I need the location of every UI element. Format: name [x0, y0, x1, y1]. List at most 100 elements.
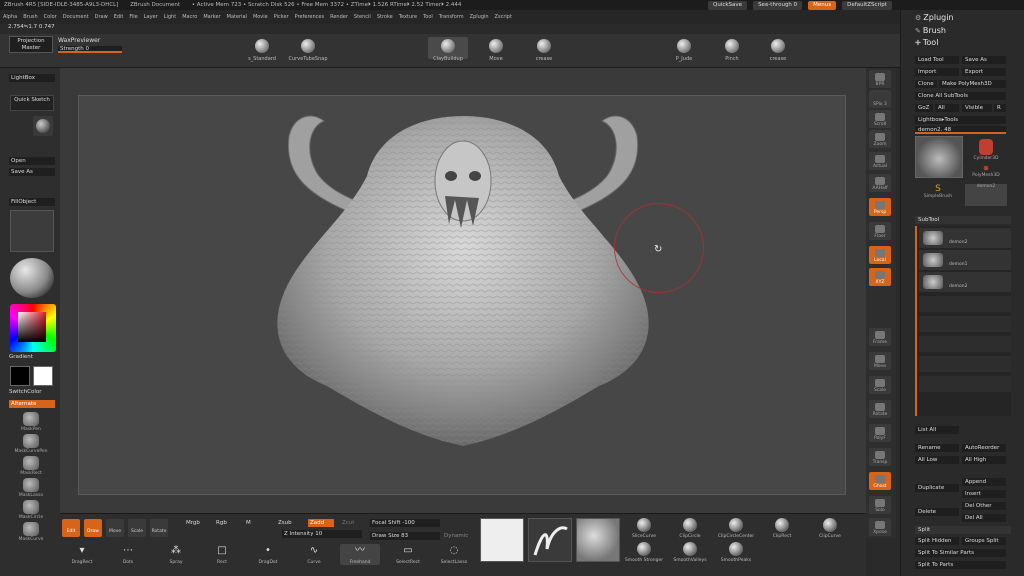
zcut-button[interactable]: Zcut	[340, 519, 354, 527]
autoreorder-button[interactable]: AutoReorder	[962, 444, 1006, 452]
alternate-button[interactable]: Alternate	[9, 400, 55, 408]
zoom-button[interactable]: Zoom	[869, 130, 891, 148]
dynamic-button[interactable]: Dynamic	[442, 532, 468, 540]
polyf-button[interactable]: PolyF	[869, 424, 891, 442]
secondary-color-swatch[interactable]	[33, 366, 53, 386]
open-button[interactable]: Open	[9, 157, 55, 165]
document-canvas[interactable]: ↻	[78, 95, 846, 495]
menu-stroke[interactable]: Stroke	[374, 10, 396, 24]
persp-button[interactable]: Persp	[869, 198, 891, 216]
visible-button[interactable]: Visible	[962, 104, 992, 112]
main-color-swatch[interactable]	[10, 366, 30, 386]
subtool-row[interactable]: demon2	[919, 228, 1011, 248]
m-button[interactable]: M	[244, 519, 251, 527]
stroke-curve[interactable]: ∿ Curve	[294, 544, 334, 565]
all-button[interactable]: All	[935, 104, 959, 112]
stroke-selectrect[interactable]: ▭ SelectRect	[388, 544, 428, 565]
quicksave-button[interactable]: QuickSave	[708, 1, 748, 10]
menu-marker[interactable]: Marker	[200, 10, 223, 24]
del-all-button[interactable]: Del All	[962, 514, 1006, 522]
make-polymesh-button[interactable]: Make PolyMesh3D	[939, 80, 1006, 88]
brush-crease-2[interactable]: crease	[758, 39, 798, 62]
del-other-button[interactable]: Del Other	[962, 502, 1006, 510]
floor-button[interactable]: Floor	[869, 222, 891, 240]
brush-claybuildup[interactable]: ClayBuildup	[428, 37, 468, 62]
brush-p-jude[interactable]: P_Jude	[664, 39, 704, 62]
menu-macro[interactable]: Macro	[179, 10, 200, 24]
current-tool-thumbnail[interactable]	[915, 136, 963, 178]
draw-size-slider[interactable]: Draw Size 83	[370, 532, 440, 540]
menu-edit[interactable]: Edit	[111, 10, 127, 24]
solo-button[interactable]: Solo	[869, 496, 891, 514]
rename-button[interactable]: Rename	[915, 444, 959, 452]
brush-clipcircle[interactable]: ClipCircle	[666, 518, 714, 539]
menu-movie[interactable]: Movie	[250, 10, 271, 24]
defaultscript-button[interactable]: DefaultZScript	[842, 1, 892, 10]
menu-material[interactable]: Material	[224, 10, 250, 24]
brush-smoothpeaks[interactable]: SmoothPeaks	[712, 542, 760, 563]
alpha-masklasso[interactable]: MaskLasso	[14, 478, 48, 498]
brush-move[interactable]: Move	[476, 39, 516, 62]
all-low-button[interactable]: All Low	[915, 456, 959, 464]
append-button[interactable]: Append	[962, 478, 1006, 486]
menu-zplugin[interactable]: Zplugin	[467, 10, 492, 24]
brush-curvetubesnap[interactable]: CurveTubeSnap	[288, 39, 328, 62]
waxpreviewer-label[interactable]: WaxPreviewer	[58, 37, 100, 44]
menu-zscript[interactable]: Zscript	[492, 10, 515, 24]
fillobject-button[interactable]: FillObject	[9, 198, 55, 206]
alpha-maskrect[interactable]: MaskRect	[14, 456, 48, 476]
menu-stencil[interactable]: Stencil	[351, 10, 374, 24]
material-icon[interactable]	[33, 116, 53, 136]
frame-button[interactable]: Frame	[869, 328, 891, 346]
menu-layer[interactable]: Layer	[141, 10, 161, 24]
aahalf-button[interactable]: AAHalf	[869, 174, 891, 192]
xpose-button[interactable]: Xpose	[869, 518, 891, 536]
brush-smoothvalleys[interactable]: SmoothValleys	[666, 542, 714, 563]
lightbox-tools-button[interactable]: Lightbox▸Tools	[915, 116, 1006, 124]
menus-button[interactable]: Menus	[808, 1, 837, 10]
subtool-row[interactable]: demon1	[919, 250, 1011, 270]
menu-transform[interactable]: Transform	[436, 10, 467, 24]
thumb-demon2[interactable]: demon2	[965, 184, 1007, 206]
zplugin-menu[interactable]: ⚙ Zplugin	[915, 13, 954, 22]
alpha-thumbnail[interactable]	[480, 518, 524, 562]
texture-slot[interactable]	[10, 210, 54, 252]
projection-master-button[interactable]: Projection Master	[9, 36, 53, 53]
transp-button[interactable]: Transp	[869, 448, 891, 466]
brush-clipcirclecenter[interactable]: ClipCircleCenter	[712, 518, 760, 539]
subtool-row[interactable]: demon2	[919, 272, 1011, 292]
import-button[interactable]: Import	[915, 68, 959, 76]
menu-brush[interactable]: Brush	[20, 10, 40, 24]
bpr-button[interactable]: BPR	[869, 70, 891, 88]
brush-crease[interactable]: crease	[524, 39, 564, 62]
r-button[interactable]: R	[994, 104, 1006, 112]
stroke-selectlasso[interactable]: ◌ SelectLasso	[434, 544, 474, 565]
subtool-header[interactable]: SubTool	[915, 216, 1011, 224]
groups-split-button[interactable]: Groups Split	[962, 537, 1006, 545]
current-tool-slider[interactable]: demon2. 48	[915, 126, 1006, 134]
switchcolor-button[interactable]: SwitchColor	[9, 389, 42, 395]
split-to-parts-button[interactable]: Split To Parts	[915, 561, 1006, 569]
local-button[interactable]: Local	[869, 246, 891, 264]
quick-sketch-button[interactable]: Quick Sketch	[10, 95, 54, 111]
focal-shift-slider[interactable]: Focal Shift -100	[370, 519, 440, 527]
split-hidden-button[interactable]: Split Hidden	[915, 537, 959, 545]
thumb-polymesh3d[interactable]: ✸ PolyMesh3D	[965, 164, 1007, 182]
brush-clipcurve[interactable]: ClipCurve	[806, 518, 854, 539]
save-as-button[interactable]: Save As	[9, 168, 55, 176]
move-view-button[interactable]: Move	[869, 352, 891, 370]
mrgb-button[interactable]: Mrgb	[184, 519, 200, 527]
stroke-freehand[interactable]: 〰 Freehand	[340, 544, 380, 565]
clone-all-subtools-button[interactable]: Clone All SubTools	[915, 92, 1006, 100]
brush-cliprect[interactable]: ClipRect	[758, 518, 806, 539]
brush-s-standard[interactable]: s_Standard	[242, 39, 282, 62]
spix-slider[interactable]: SPix 3	[869, 90, 891, 108]
gradient-label[interactable]: Gradient	[9, 354, 33, 360]
brush-smooth-stronger[interactable]: Smooth Stronger	[620, 542, 668, 563]
save-as-tool-button[interactable]: Save As	[962, 56, 1006, 64]
list-all-button[interactable]: List All	[915, 426, 959, 434]
brush-menu[interactable]: ✎ Brush	[915, 26, 946, 35]
stroke-thumbnail[interactable]	[528, 518, 572, 562]
stroke-dragdot[interactable]: • DragDot	[248, 544, 288, 565]
rotate-mode-button[interactable]: Rotate	[150, 519, 168, 537]
